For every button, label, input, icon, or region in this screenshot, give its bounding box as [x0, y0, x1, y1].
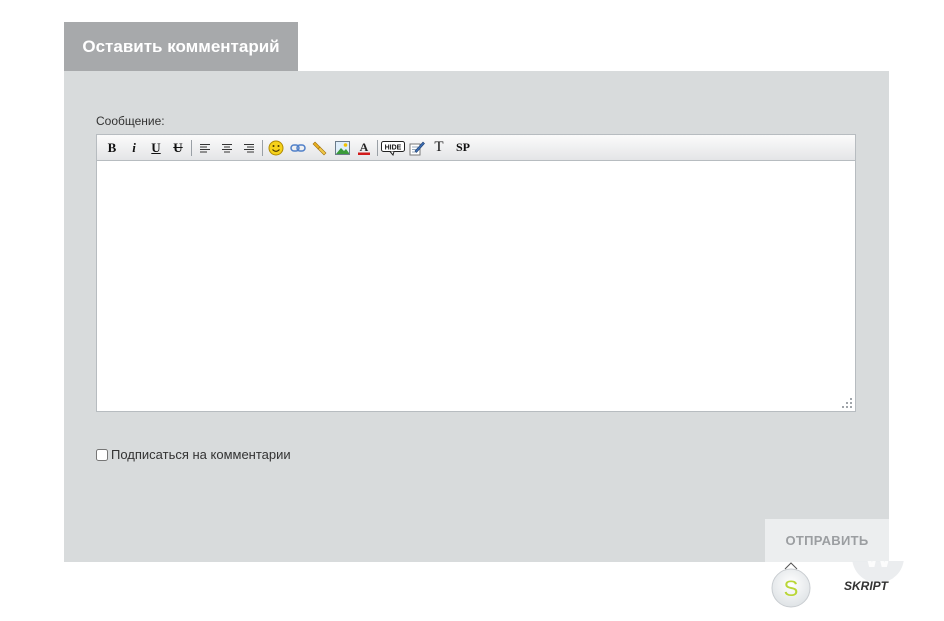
toolbar-divider	[191, 139, 192, 156]
text-color-icon: A	[358, 140, 370, 155]
comment-form-panel: Сообщение: B i U U A HIDE T SP Подписать…	[64, 71, 889, 562]
edit-icon	[409, 141, 425, 155]
svg-text:A: A	[360, 140, 369, 154]
link-button[interactable]	[287, 138, 309, 158]
bold-button[interactable]: B	[101, 138, 123, 158]
toolbar-divider	[377, 139, 378, 156]
submit-button[interactable]: ОТПРАВИТЬ	[765, 519, 889, 562]
watermark-text: SKRIPT	[844, 579, 890, 593]
resize-handle-icon[interactable]	[842, 398, 852, 408]
message-textarea[interactable]	[97, 161, 855, 411]
hide-icon-label: HIDE	[385, 144, 402, 151]
text-color-button[interactable]: A	[353, 138, 375, 158]
strikethrough-button[interactable]: U	[167, 138, 189, 158]
align-center-button[interactable]	[216, 138, 238, 158]
smiley-button[interactable]	[265, 138, 287, 158]
italic-button[interactable]: i	[123, 138, 145, 158]
subscribe-option[interactable]: Подписаться на комментарии	[96, 447, 291, 462]
comment-form-title: Оставить комментарий	[64, 22, 298, 71]
message-label: Сообщение:	[96, 114, 165, 128]
quote-icon	[312, 141, 327, 155]
text-type-button[interactable]: T	[428, 138, 450, 158]
watermark-logo: S W SKRIPT	[771, 561, 904, 608]
edit-button[interactable]	[406, 138, 428, 158]
message-editor: B i U U A HIDE T SP	[96, 134, 856, 412]
align-right-icon	[244, 143, 254, 152]
align-left-icon	[200, 143, 210, 152]
subscribe-label: Подписаться на комментарии	[111, 447, 291, 462]
spoiler-button[interactable]: SP	[450, 138, 476, 158]
svg-text:W: W	[864, 561, 893, 574]
link-icon	[290, 143, 306, 152]
editor-toolbar: B i U U A HIDE T SP	[97, 135, 855, 161]
hide-button[interactable]: HIDE	[380, 138, 406, 158]
smiley-icon	[268, 140, 284, 155]
align-center-icon	[222, 143, 232, 152]
align-left-button[interactable]	[194, 138, 216, 158]
image-button[interactable]	[331, 138, 353, 158]
toolbar-divider	[262, 139, 263, 156]
svg-text:S: S	[784, 576, 799, 601]
quote-button[interactable]	[309, 138, 331, 158]
underline-button[interactable]: U	[145, 138, 167, 158]
subscribe-checkbox[interactable]	[96, 448, 108, 461]
hide-icon: HIDE	[381, 140, 405, 156]
align-right-button[interactable]	[238, 138, 260, 158]
image-icon	[334, 140, 350, 155]
